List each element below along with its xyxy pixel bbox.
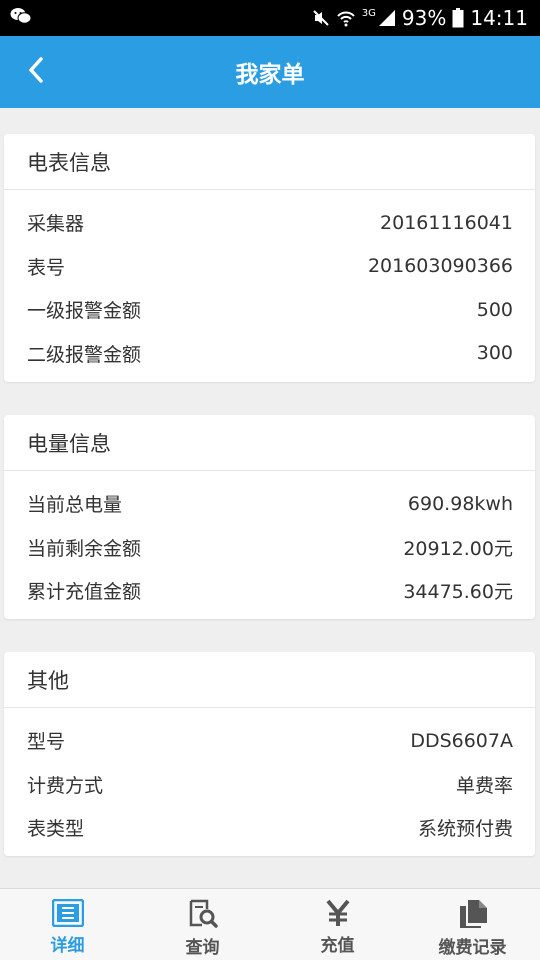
power-info-title: 电量信息	[4, 415, 535, 471]
row-label: 一级报警金额	[27, 300, 142, 323]
tab-label: 查询	[185, 938, 220, 958]
row-label: 型号	[27, 731, 66, 754]
clock: 14:11	[470, 6, 528, 30]
list-item: 累计充值金额 34475.60元	[4, 569, 535, 613]
other-info-card: 其他 型号 DDS6607A 计费方式 单费率 表类型 系统预付费	[4, 652, 535, 856]
row-label: 计费方式	[27, 774, 104, 797]
row-value: 20912.00元	[403, 537, 513, 560]
wechat-icon	[10, 7, 32, 29]
meter-info-card: 电表信息 采集器 20161116041 表号 201603090366 一级报…	[4, 134, 535, 382]
wifi-icon	[336, 9, 356, 27]
power-info-card: 电量信息 当前总电量 690.98kwh 当前剩余金额 20912.00元 累计…	[4, 415, 535, 619]
network-type: 3G	[361, 7, 376, 19]
chevron-left-icon	[28, 57, 44, 87]
status-bar: 3G 93% 14:11	[0, 0, 540, 36]
bottom-nav: 详细 查询 充值 缴费记录	[0, 888, 540, 960]
tab-payment-records[interactable]: 缴费记录	[405, 889, 540, 960]
battery-icon	[452, 8, 464, 28]
row-label: 当前总电量	[27, 494, 123, 517]
tab-recharge[interactable]: 充值	[270, 889, 405, 960]
row-label: 二级报警金额	[27, 343, 142, 366]
row-value: DDS6607A	[410, 729, 513, 752]
row-label: 累计充值金额	[27, 581, 142, 604]
row-label: 表类型	[27, 818, 85, 841]
tab-label: 详细	[50, 936, 85, 956]
row-value: 300	[476, 342, 513, 365]
signal-icon	[378, 9, 396, 27]
tab-label: 充值	[320, 936, 355, 956]
detail-icon	[51, 899, 84, 927]
list-item: 表号 201603090366	[4, 245, 535, 289]
documents-icon	[458, 899, 488, 929]
other-info-title: 其他	[4, 652, 535, 708]
row-label: 表号	[27, 256, 66, 279]
list-item: 二级报警金额 300	[4, 332, 535, 376]
list-item: 当前总电量 690.98kwh	[4, 482, 535, 526]
row-value: 690.98kwh	[407, 492, 513, 515]
app-header: 我家单	[0, 36, 540, 108]
list-item: 当前剩余金额 20912.00元	[4, 526, 535, 570]
back-button[interactable]	[18, 54, 54, 90]
row-value: 单费率	[455, 774, 513, 797]
row-value: 20161116041	[380, 211, 513, 234]
battery-percent: 93%	[401, 6, 447, 30]
list-item: 采集器 20161116041	[4, 201, 535, 245]
row-value: 500	[476, 298, 513, 321]
list-item: 计费方式 单费率	[4, 763, 535, 807]
tab-query[interactable]: 查询	[135, 889, 270, 960]
row-value: 34475.60元	[403, 581, 513, 604]
search-document-icon	[188, 899, 218, 929]
page-title: 我家单	[235, 62, 305, 88]
row-label: 采集器	[27, 213, 85, 236]
yen-icon	[324, 899, 352, 927]
list-item: 一级报警金额 500	[4, 288, 535, 332]
row-label: 当前剩余金额	[27, 537, 142, 560]
list-item: 表类型 系统预付费	[4, 806, 535, 850]
tab-detail[interactable]: 详细	[0, 889, 135, 960]
list-item: 型号 DDS6607A	[4, 719, 535, 763]
mute-icon	[312, 9, 330, 27]
row-value: 系统预付费	[417, 818, 513, 841]
tab-label: 缴费记录	[438, 938, 507, 958]
row-value: 201603090366	[367, 255, 513, 278]
meter-info-title: 电表信息	[4, 134, 535, 190]
